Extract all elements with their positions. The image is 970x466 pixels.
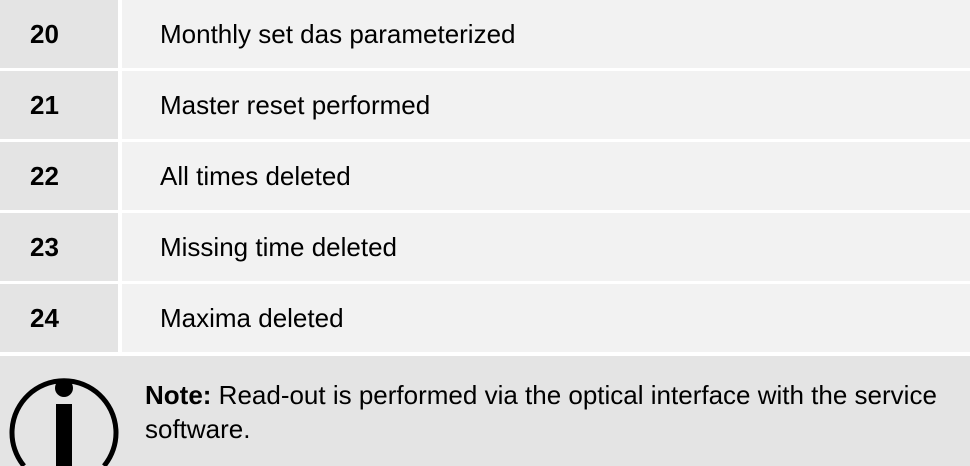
document-page: 20 Monthly set das parameterized 21 Mast… — [0, 0, 970, 466]
event-code-cell: 20 — [0, 0, 118, 68]
note-text: Note: Read-out is performed via the opti… — [145, 378, 945, 446]
table-row: 21 Master reset performed — [0, 71, 970, 139]
table-row: 20 Monthly set das parameterized — [0, 0, 970, 68]
event-code-cell: 24 — [0, 284, 118, 352]
event-description-cell: Monthly set das parameterized — [122, 0, 970, 68]
table-row: 24 Maxima deleted — [0, 284, 970, 352]
note-body: Read-out is performed via the optical in… — [145, 380, 937, 444]
event-description-cell: Master reset performed — [122, 71, 970, 139]
event-code-cell: 23 — [0, 213, 118, 281]
info-icon — [9, 378, 119, 466]
event-description-cell: Maxima deleted — [122, 284, 970, 352]
event-description-cell: All times deleted — [122, 142, 970, 210]
event-description-cell: Missing time deleted — [122, 213, 970, 281]
note-label: Note: — [145, 380, 212, 410]
event-code-cell: 22 — [0, 142, 118, 210]
event-code-cell: 21 — [0, 71, 118, 139]
note-box: Note: Read-out is performed via the opti… — [0, 356, 970, 466]
table-row: 23 Missing time deleted — [0, 213, 970, 281]
event-code-table: 20 Monthly set das parameterized 21 Mast… — [0, 0, 970, 355]
table-row: 22 All times deleted — [0, 142, 970, 210]
